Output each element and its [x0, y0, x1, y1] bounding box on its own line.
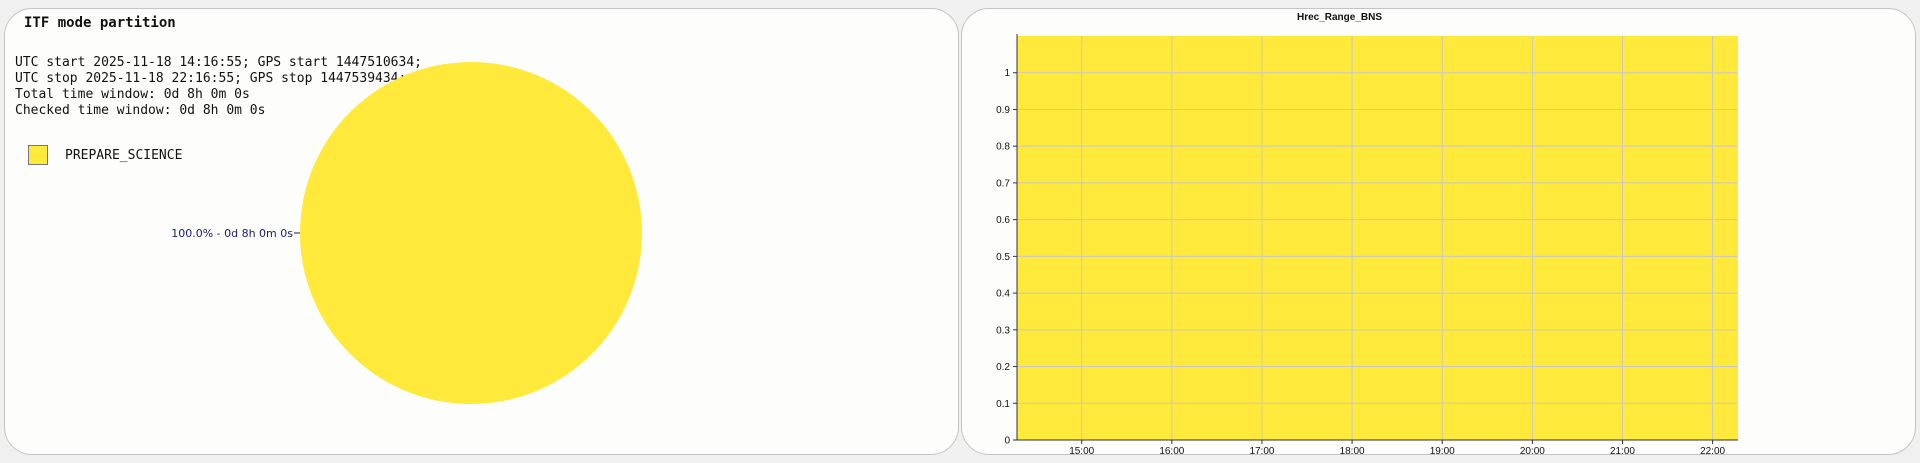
y-tick-label: 0.7 — [996, 178, 1010, 189]
hrec-range-chart: Hrec_Range_BNS 0 0.1 0.2 0.3 0.4 0.5 0.6 0.7 0.8… — [996, 12, 1738, 455]
pie-slice-label: 100.0% - 0d 8h 0m 0s — [171, 227, 293, 240]
x-tick-label: 21:00 — [1610, 446, 1635, 455]
x-tick-label: 19:00 — [1430, 446, 1455, 455]
y-tick-label: 0 — [1004, 436, 1010, 447]
y-tick-label: 0.4 — [996, 289, 1010, 300]
y-tick-label: 0.1 — [996, 399, 1010, 410]
x-tick-label: 22:00 — [1700, 446, 1725, 455]
pie-slice-prepare-science — [300, 62, 642, 404]
y-tick-label: 0.8 — [996, 142, 1010, 153]
hrec-range-bns-panel: Hrec_Range_BNS 0 0.1 0.2 0.3 0.4 0.5 0.6 0.7 0.8… — [961, 8, 1916, 455]
x-tick-label: 17:00 — [1249, 446, 1274, 455]
y-tick-label: 0.2 — [996, 362, 1010, 373]
x-tick-label: 18:00 — [1340, 446, 1365, 455]
x-tick-label: 20:00 — [1520, 446, 1545, 455]
y-tick-label: 0.6 — [996, 215, 1010, 226]
y-tick-label: 1 — [1004, 68, 1010, 79]
area-layer — [1017, 36, 1738, 440]
y-tick-label: 0.5 — [996, 252, 1010, 263]
area-series — [1017, 36, 1738, 440]
chart-title: Hrec_Range_BNS — [1297, 12, 1382, 23]
y-tick-label: 0.3 — [996, 325, 1010, 336]
pie-chart: 100.0% - 0d 8h 0m 0s — [171, 62, 642, 404]
x-tick-label: 16:00 — [1159, 446, 1184, 455]
y-tick-label: 0.9 — [996, 105, 1010, 116]
itf-mode-partition-panel: ITF mode partition UTC start 2025-11-18 … — [4, 8, 959, 455]
x-tick-label: 15:00 — [1069, 446, 1094, 455]
